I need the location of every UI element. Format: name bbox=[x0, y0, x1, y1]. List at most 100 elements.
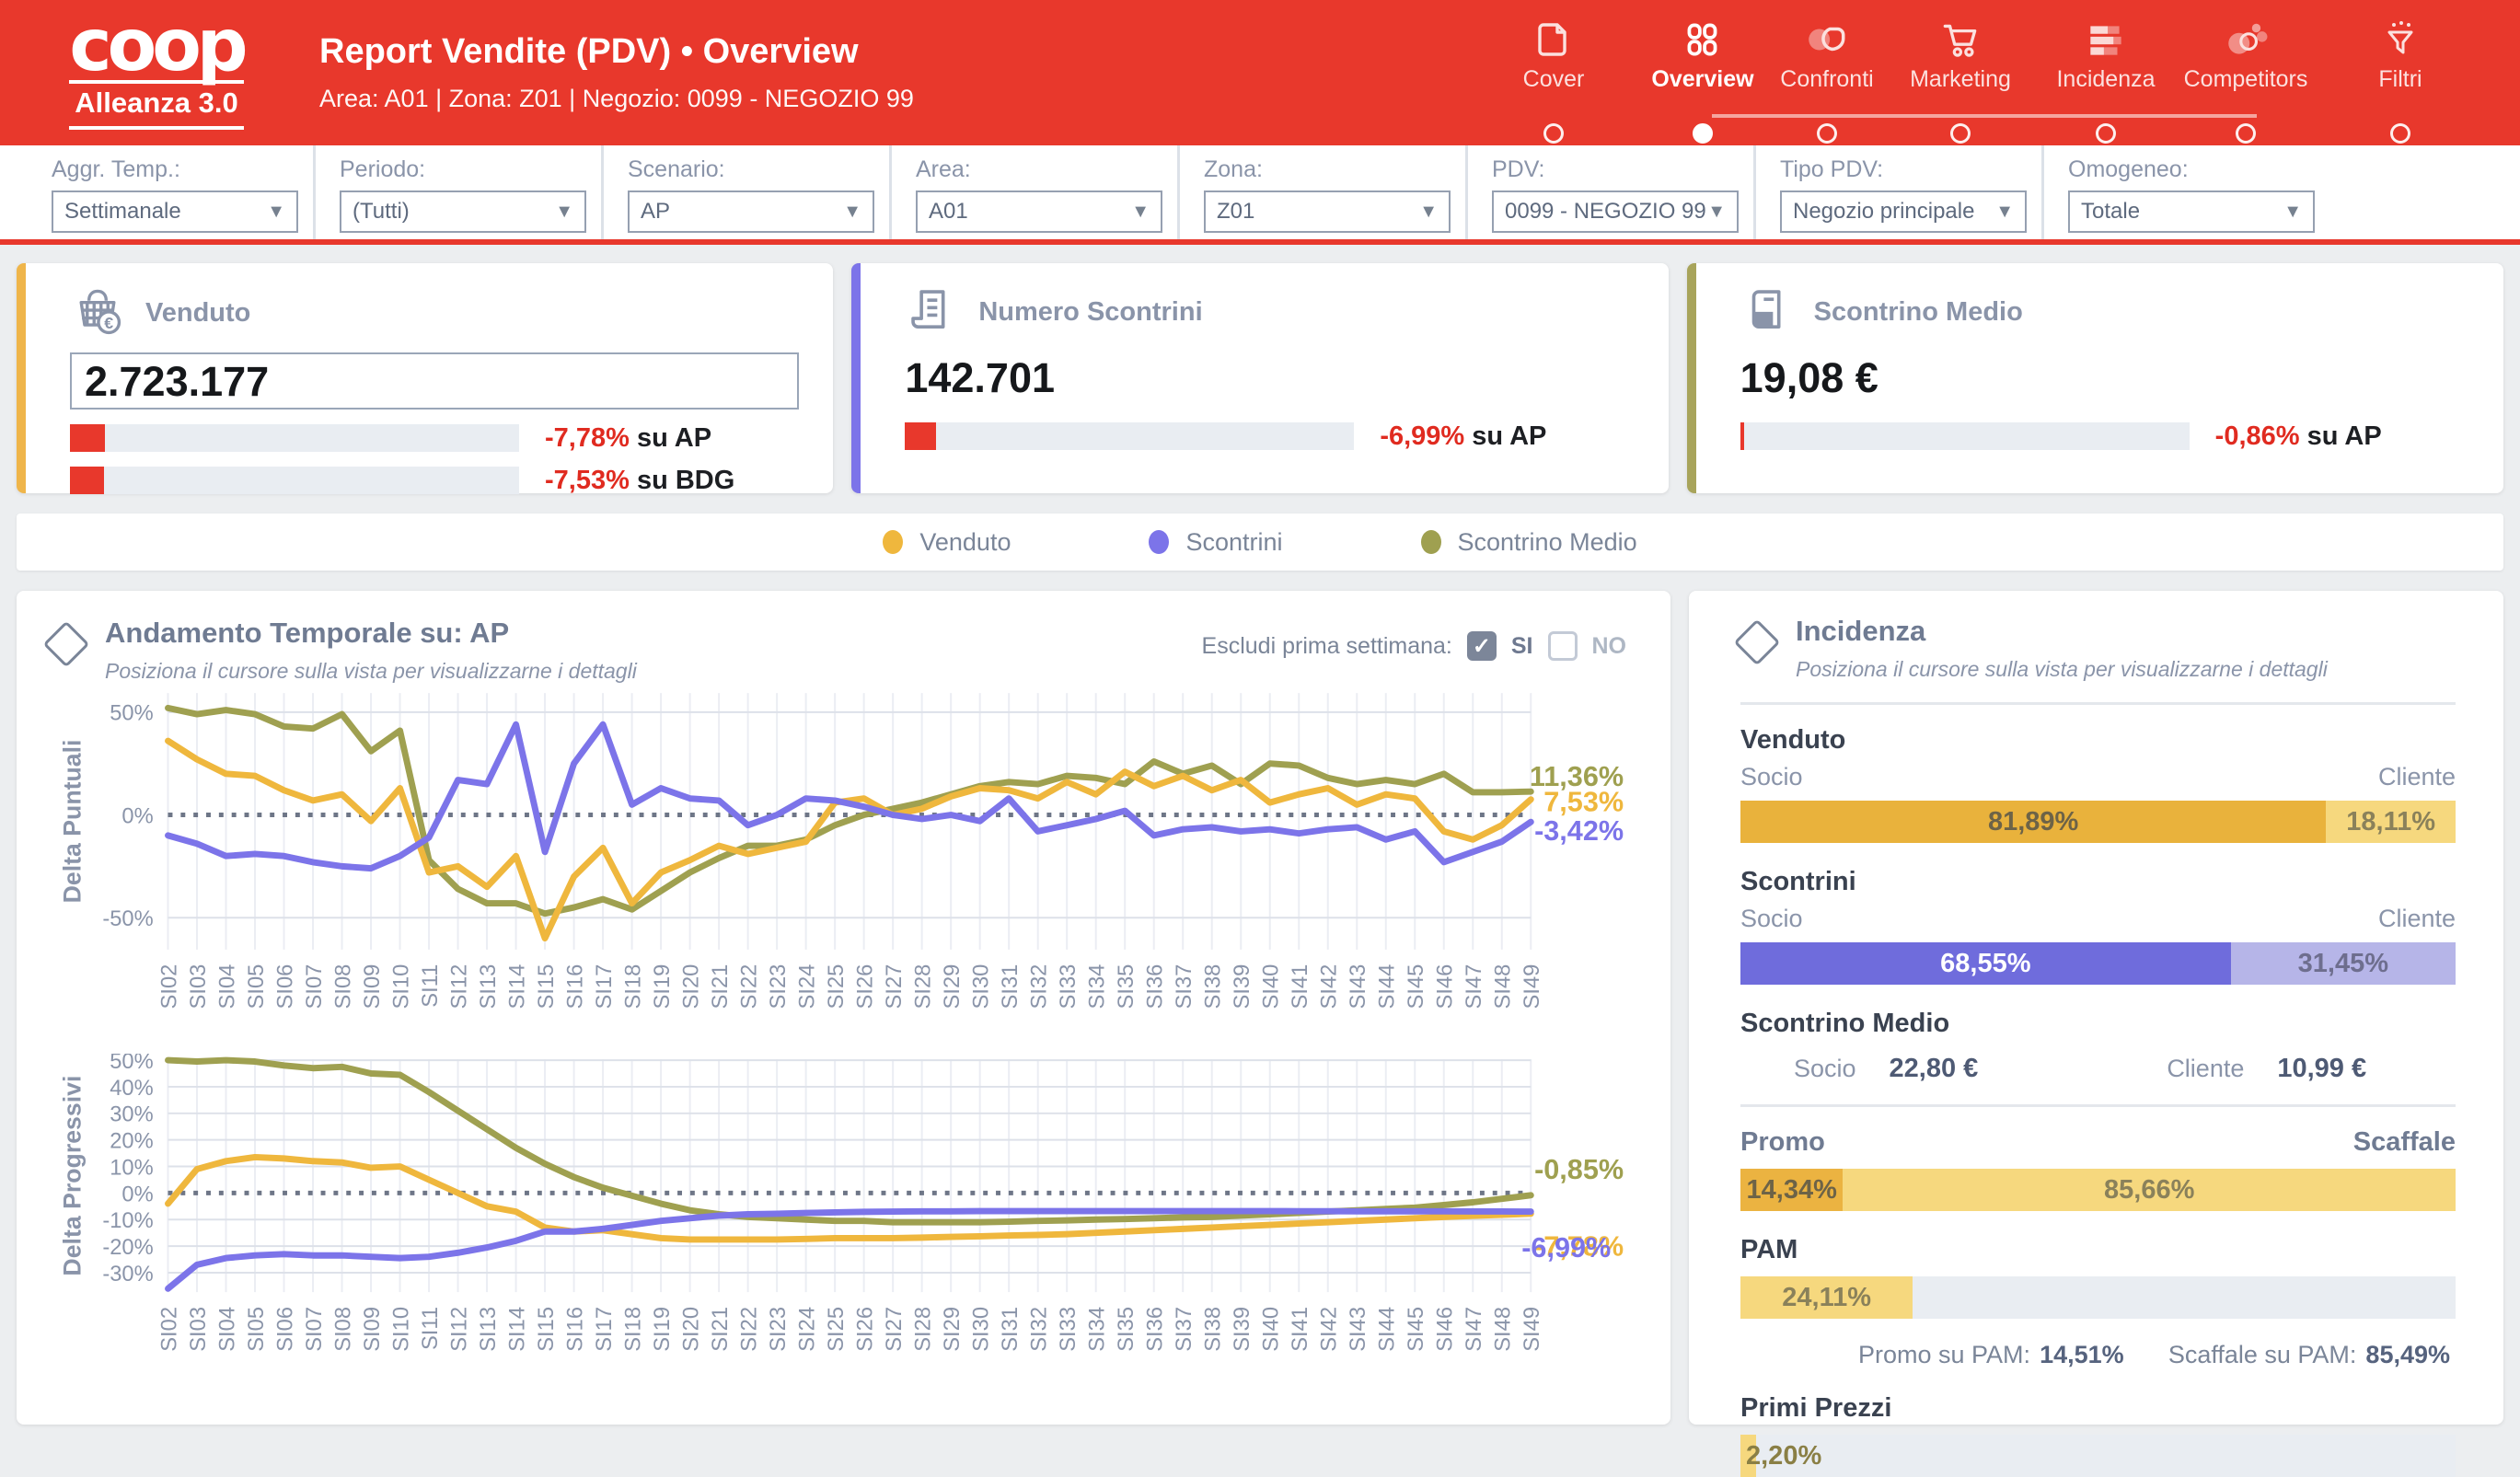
svg-text:SI02: SI02 bbox=[157, 1307, 181, 1352]
legend-item-scontrino-medio[interactable]: Scontrino Medio bbox=[1421, 528, 1637, 557]
tab-incidenza[interactable]: Incidenza bbox=[2036, 15, 2176, 93]
delta-ref: su AP bbox=[637, 423, 711, 453]
exclude-no-checkbox[interactable] bbox=[1548, 631, 1578, 661]
divider bbox=[1740, 1104, 2456, 1107]
select-value: (Tutti) bbox=[353, 199, 410, 225]
svg-text:SI16: SI16 bbox=[563, 964, 587, 1010]
cliente-segment[interactable]: 18,11% bbox=[2326, 801, 2456, 843]
kpi-bar-su-bdg: -7,53% su BDG bbox=[70, 467, 800, 494]
svg-text:SI34: SI34 bbox=[1086, 1307, 1110, 1352]
legend-label: Venduto bbox=[919, 528, 1011, 557]
filter-scenario: Scenario: AP▼ bbox=[601, 145, 874, 239]
tab-filtri[interactable]: Filtri bbox=[2330, 15, 2470, 93]
tab-marketing[interactable]: Marketing bbox=[1890, 15, 2030, 93]
primi-prezzi-bar[interactable]: 2,20% bbox=[1740, 1435, 2456, 1477]
socio-segment[interactable]: 68,55% bbox=[1740, 942, 2231, 985]
section-pam-title: PAM bbox=[1740, 1235, 2456, 1265]
legend-item-scontrini[interactable]: Scontrini bbox=[1149, 528, 1282, 557]
zona-select[interactable]: Z01▼ bbox=[1204, 190, 1451, 233]
scontrini-split-bar[interactable]: 68,55% 31,45% bbox=[1740, 942, 2456, 985]
tab-cover[interactable]: Cover bbox=[1484, 15, 1624, 93]
nav-dot bbox=[1693, 123, 1713, 144]
scaffale-label: Scaffale bbox=[2353, 1127, 2456, 1158]
svg-text:SI45: SI45 bbox=[1404, 964, 1428, 1010]
chevron-down-icon: ▼ bbox=[267, 202, 285, 223]
svg-text:SI12: SI12 bbox=[447, 964, 471, 1010]
filter-label: Tipo PDV: bbox=[1780, 156, 2027, 183]
tab-navigation: Cover Overview Confronti bbox=[1508, 0, 2520, 145]
svg-text:SI20: SI20 bbox=[680, 1307, 704, 1352]
svg-text:SI13: SI13 bbox=[477, 1307, 501, 1352]
promo-segment[interactable]: 14,34% bbox=[1740, 1169, 1843, 1211]
legend-item-venduto[interactable]: Venduto bbox=[883, 528, 1011, 557]
svg-text:SI22: SI22 bbox=[738, 1307, 762, 1352]
svg-text:SI19: SI19 bbox=[651, 1307, 675, 1352]
delta-progressivi-chart[interactable]: 50%40%30%20%10%0%-10%-20%-30%SI02SI03SI0… bbox=[50, 1054, 1633, 1395]
svg-text:SI20: SI20 bbox=[680, 964, 704, 1010]
venduto-split-bar[interactable]: 81,89% 18,11% bbox=[1740, 801, 2456, 843]
promo-scaffale-split-bar[interactable]: 14,34% 85,66% bbox=[1740, 1169, 2456, 1211]
svg-text:SI48: SI48 bbox=[1492, 1307, 1516, 1352]
svg-text:-20%: -20% bbox=[102, 1236, 153, 1260]
pam-bar[interactable]: 24,11% bbox=[1740, 1276, 2456, 1319]
exclude-yes-checkbox[interactable]: ✓ bbox=[1467, 631, 1497, 661]
tab-confronti[interactable]: Confronti bbox=[1757, 15, 1897, 93]
tab-competitors[interactable]: Competitors bbox=[2176, 15, 2316, 93]
filter-label: Omogeneo: bbox=[2068, 156, 2315, 183]
kpi-card-venduto: € Venduto 2.723.177 -7,78% su AP -7,53% … bbox=[17, 263, 833, 493]
socio-label: Socio bbox=[1740, 905, 1803, 933]
socio-segment[interactable]: 81,89% bbox=[1740, 801, 2326, 843]
filter-omogeneo: Omogeneo: Totale▼ bbox=[2041, 145, 2315, 239]
kpi-bar-su-ap: -0,86% su AP bbox=[1740, 422, 2470, 450]
svg-text:SI11: SI11 bbox=[419, 1307, 443, 1350]
nav-progress-line bbox=[1712, 114, 2257, 118]
series-legend: Venduto Scontrini Scontrino Medio bbox=[17, 513, 2503, 571]
select-value: Z01 bbox=[1217, 199, 1254, 225]
svg-text:SI38: SI38 bbox=[1202, 1307, 1226, 1352]
pdv-select[interactable]: 0099 - NEGOZIO 99▼ bbox=[1492, 190, 1739, 233]
cliente-scontrino-value: 10,99 € bbox=[2277, 1054, 2366, 1084]
filter-label: PDV: bbox=[1492, 156, 1739, 183]
scenario-select[interactable]: AP▼ bbox=[628, 190, 874, 233]
svg-text:-6,99%: -6,99% bbox=[1521, 1232, 1611, 1264]
delta-puntuali-chart[interactable]: 50%0%-50%SI02SI03SI04SI05SI06SI07SI08SI0… bbox=[50, 684, 1633, 1030]
svg-text:SI18: SI18 bbox=[621, 1307, 645, 1352]
trend-subtitle: Posiziona il cursore sulla vista per vis… bbox=[105, 659, 637, 684]
kpi-title: Scontrino Medio bbox=[1814, 297, 2023, 328]
svg-text:SI49: SI49 bbox=[1520, 964, 1544, 1010]
tipo-pdv-select[interactable]: Negozio principale▼ bbox=[1780, 190, 2027, 233]
tab-overview[interactable]: Overview bbox=[1633, 15, 1773, 93]
scaffale-segment[interactable]: 85,66% bbox=[1843, 1169, 2456, 1211]
svg-text:SI30: SI30 bbox=[970, 1307, 994, 1352]
svg-text:SI28: SI28 bbox=[912, 1307, 936, 1352]
svg-text:SI47: SI47 bbox=[1462, 1307, 1486, 1352]
delta-value: -7,53% bbox=[545, 466, 630, 495]
socio-label: Socio bbox=[1794, 1055, 1856, 1083]
page-subtitle: Area: A01 | Zona: Z01 | Negozio: 0099 - … bbox=[319, 85, 914, 113]
diamond-icon bbox=[43, 621, 90, 668]
svg-text:SI44: SI44 bbox=[1376, 964, 1400, 1010]
grid-icon bbox=[1633, 15, 1773, 64]
kpi-row: € Venduto 2.723.177 -7,78% su AP -7,53% … bbox=[17, 263, 2503, 493]
area-select[interactable]: A01▼ bbox=[916, 190, 1162, 233]
select-value: Negozio principale bbox=[1793, 199, 1974, 225]
svg-text:SI29: SI29 bbox=[941, 964, 965, 1010]
aggr-temp-select[interactable]: Settimanale▼ bbox=[52, 190, 298, 233]
svg-text:SI28: SI28 bbox=[912, 964, 936, 1010]
omogeneo-select[interactable]: Totale▼ bbox=[2068, 190, 2315, 233]
periodo-select[interactable]: (Tutti)▼ bbox=[340, 190, 586, 233]
filter-bar: Aggr. Temp.: Settimanale▼ Periodo: (Tutt… bbox=[0, 145, 2520, 245]
filter-label: Area: bbox=[916, 156, 1162, 183]
progress-fill bbox=[70, 467, 104, 494]
cliente-segment[interactable]: 31,45% bbox=[2231, 942, 2456, 985]
nav-dot bbox=[2096, 123, 2116, 144]
svg-text:SI09: SI09 bbox=[361, 1307, 385, 1352]
trend-panel: Andamento Temporale su: AP Posiziona il … bbox=[17, 591, 1670, 1425]
svg-text:SI24: SI24 bbox=[796, 1307, 820, 1352]
svg-text:SI36: SI36 bbox=[1144, 1307, 1168, 1352]
venduto-value-field[interactable]: 2.723.177 bbox=[70, 352, 799, 410]
promo-label: Promo bbox=[1740, 1127, 1825, 1158]
filter-label: Zona: bbox=[1204, 156, 1451, 183]
svg-text:SI06: SI06 bbox=[273, 964, 297, 1010]
chevron-down-icon: ▼ bbox=[2283, 202, 2302, 223]
